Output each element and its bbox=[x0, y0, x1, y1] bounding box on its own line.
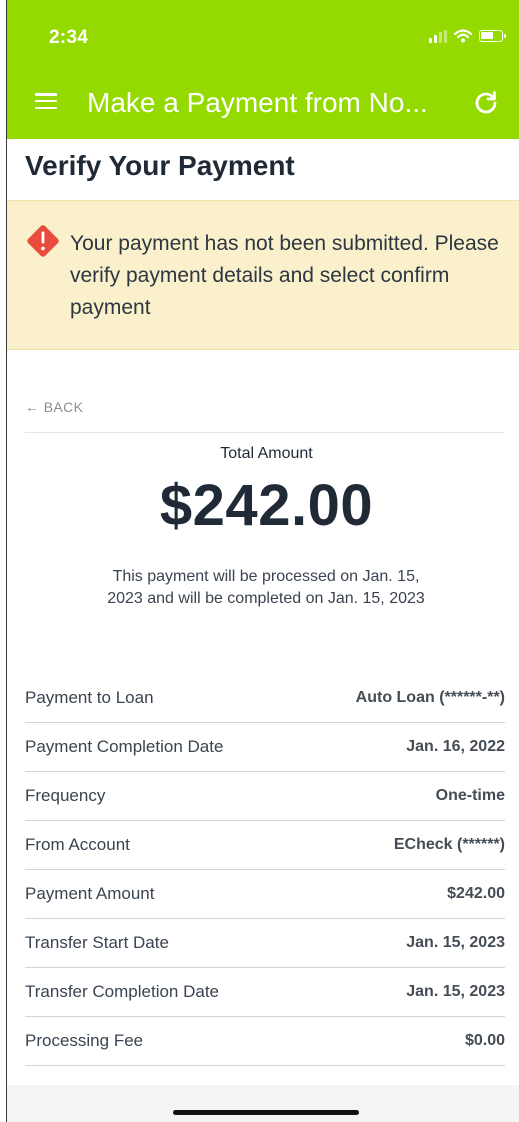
detail-value: $0.00 bbox=[464, 1032, 505, 1049]
detail-value: Jan. 16, 2022 bbox=[406, 738, 505, 755]
total-amount: $242.00 bbox=[159, 473, 374, 538]
alert-banner: Your payment has not been submitted. Ple… bbox=[7, 200, 519, 350]
detail-row: Processing Fee $0.00 bbox=[25, 1017, 505, 1066]
detail-row: Transfer Completion Date Jan. 15, 2023 bbox=[25, 968, 505, 1017]
detail-value: Jan. 15, 2023 bbox=[406, 934, 505, 951]
detail-row: Payment Completion Date Jan. 16, 2022 bbox=[25, 723, 505, 772]
detail-label: Payment to Loan bbox=[25, 688, 154, 707]
detail-label: Payment Amount bbox=[25, 884, 155, 903]
detail-label: Frequency bbox=[25, 786, 106, 805]
detail-row: From Account ECheck (******) bbox=[25, 821, 505, 870]
wifi-icon bbox=[454, 29, 472, 43]
refresh-icon[interactable] bbox=[473, 90, 499, 116]
status-time: 2:34 bbox=[49, 27, 89, 48]
detail-value: Jan. 15, 2023 bbox=[406, 983, 505, 1000]
detail-value: One-time bbox=[435, 787, 505, 804]
detail-label: Transfer Completion Date bbox=[25, 982, 220, 1001]
detail-value: $242.00 bbox=[447, 885, 505, 902]
detail-label: Payment Completion Date bbox=[25, 737, 224, 756]
detail-value: ECheck (******) bbox=[393, 836, 505, 853]
home-indicator[interactable] bbox=[173, 1110, 359, 1115]
detail-label: From Account bbox=[25, 835, 130, 854]
detail-row: Payment Amount $242.00 bbox=[25, 870, 505, 919]
alert-message: Your payment has not been submitted. Ple… bbox=[70, 232, 499, 319]
divider bbox=[25, 432, 505, 433]
warning-icon bbox=[27, 225, 59, 257]
signal-icon bbox=[429, 29, 447, 43]
menu-icon[interactable] bbox=[35, 93, 57, 109]
detail-row: Frequency One-time bbox=[25, 772, 505, 821]
processing-note: This payment will be processed on Jan. 1… bbox=[107, 568, 425, 607]
detail-label: Transfer Start Date bbox=[25, 933, 169, 952]
bottom-area bbox=[7, 1085, 519, 1122]
battery-icon bbox=[479, 30, 506, 42]
detail-label: Processing Fee bbox=[25, 1031, 144, 1050]
status-icons bbox=[429, 29, 506, 43]
back-link[interactable]: ← BACK bbox=[25, 399, 83, 415]
page-title: Verify Your Payment bbox=[25, 150, 295, 181]
app-screen: 2:34 Make a Payment from No... Verify Yo… bbox=[7, 0, 519, 1122]
detail-value: Auto Loan (******-**) bbox=[355, 689, 505, 706]
payment-details: Payment to Loan Auto Loan (******-**) Pa… bbox=[25, 674, 505, 1066]
top-bar: 2:34 Make a Payment from No... bbox=[7, 0, 519, 139]
detail-row: Payment to Loan Auto Loan (******-**) bbox=[25, 674, 505, 723]
nav-title: Make a Payment from No... bbox=[87, 87, 428, 118]
detail-row: Transfer Start Date Jan. 15, 2023 bbox=[25, 919, 505, 968]
total-amount-label: Total Amount bbox=[220, 445, 313, 462]
